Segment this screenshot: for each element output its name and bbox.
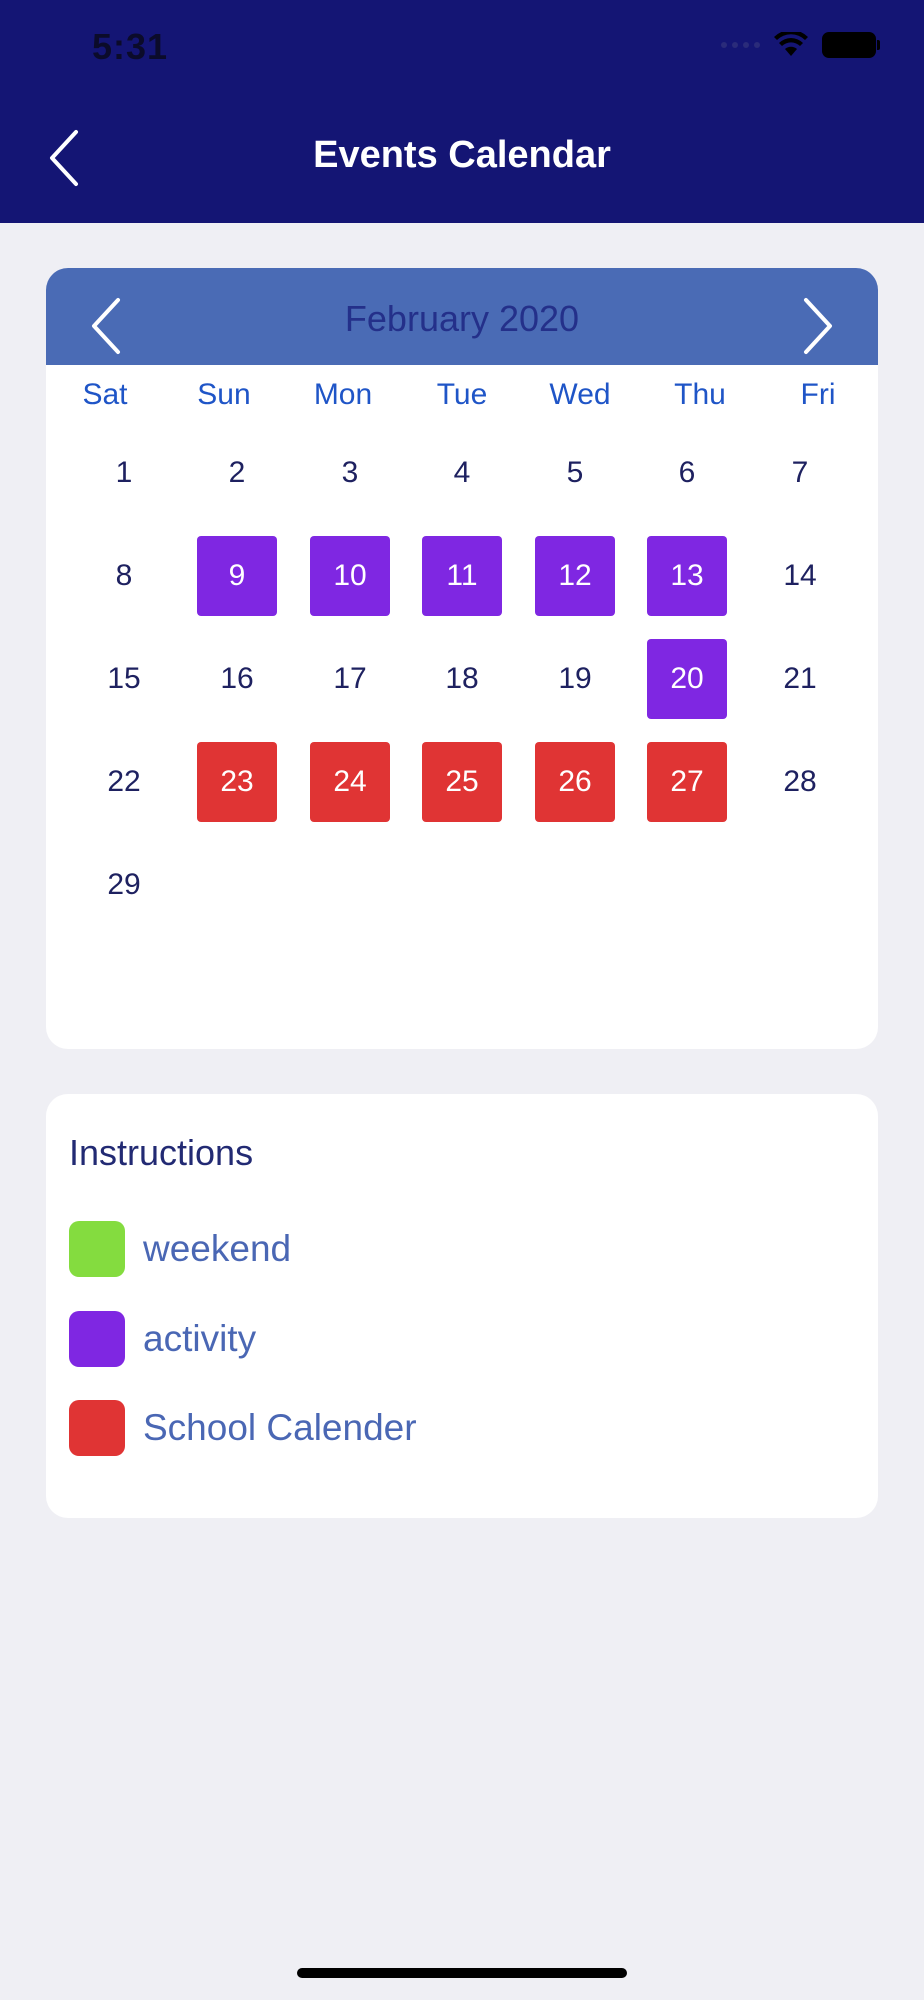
day-cell[interactable]: 15	[84, 639, 164, 719]
day-cell-school[interactable]: 23	[197, 742, 277, 822]
day-cell[interactable]: 4	[422, 433, 502, 513]
day-cell-school[interactable]: 24	[310, 742, 390, 822]
day-cell-activity[interactable]: 11	[422, 536, 502, 616]
legend-label: weekend	[143, 1228, 292, 1269]
legend-swatch	[69, 1400, 125, 1456]
instructions-title: Instructions	[69, 1132, 254, 1173]
legend-label: School Calender	[143, 1407, 417, 1448]
weekday-label: Thu	[674, 378, 726, 411]
day-cell[interactable]: 22	[84, 742, 164, 822]
day-cell[interactable]: 3	[310, 433, 390, 513]
day-cell[interactable]: 8	[84, 536, 164, 616]
status-icons	[721, 32, 880, 58]
day-cell[interactable]: 16	[197, 639, 277, 719]
weekday-label: Tue	[436, 378, 488, 411]
page-title: Events Calendar	[313, 134, 611, 176]
day-cell[interactable]: 29	[84, 845, 164, 925]
legend-label: activity	[143, 1318, 257, 1359]
day-cell[interactable]: 18	[422, 639, 502, 719]
weekday-label: Sun	[197, 378, 251, 411]
day-cell-activity[interactable]: 20	[647, 639, 727, 719]
day-cell[interactable]: 6	[647, 433, 727, 513]
instructions-card: Instructions weekend activity School Cal…	[46, 1094, 878, 1518]
day-cell-school[interactable]: 25	[422, 742, 502, 822]
day-cell[interactable]: 17	[310, 639, 390, 719]
day-cell[interactable]: 28	[760, 742, 840, 822]
status-time: 5:31	[92, 26, 169, 67]
legend-item-school-calender: School Calender	[69, 1400, 417, 1456]
day-cell-activity[interactable]: 13	[647, 536, 727, 616]
weekday-label: Wed	[549, 378, 611, 411]
day-cell[interactable]: 21	[760, 639, 840, 719]
day-cell[interactable]: 2	[197, 433, 277, 513]
wifi-icon	[774, 32, 808, 56]
month-label: February 2020	[344, 298, 580, 339]
day-cell[interactable]: 14	[760, 536, 840, 616]
nav-bar: 5:31 Events Calendar	[0, 0, 924, 223]
weekday-label: Sat	[82, 378, 128, 411]
day-cell[interactable]: 19	[535, 639, 615, 719]
calendar-header: February 2020	[46, 268, 878, 365]
next-month-chevron-icon[interactable]	[798, 296, 838, 356]
weekday-label: Mon	[313, 378, 373, 411]
day-cell-activity[interactable]: 9	[197, 536, 277, 616]
legend-item-weekend: weekend	[69, 1221, 291, 1277]
legend-swatch	[69, 1221, 125, 1277]
day-cell-activity[interactable]: 12	[535, 536, 615, 616]
home-indicator	[297, 1968, 627, 1978]
weekday-label: Fri	[800, 378, 836, 411]
legend-item-activity: activity	[69, 1311, 256, 1367]
day-cell-activity[interactable]: 10	[310, 536, 390, 616]
day-cell-school[interactable]: 27	[647, 742, 727, 822]
day-cell-school[interactable]: 26	[535, 742, 615, 822]
day-cell[interactable]: 5	[535, 433, 615, 513]
day-cell[interactable]: 1	[84, 433, 164, 513]
legend-swatch	[69, 1311, 125, 1367]
cellular-signal-icon	[721, 42, 760, 48]
battery-icon	[822, 32, 880, 58]
day-cell[interactable]: 7	[760, 433, 840, 513]
